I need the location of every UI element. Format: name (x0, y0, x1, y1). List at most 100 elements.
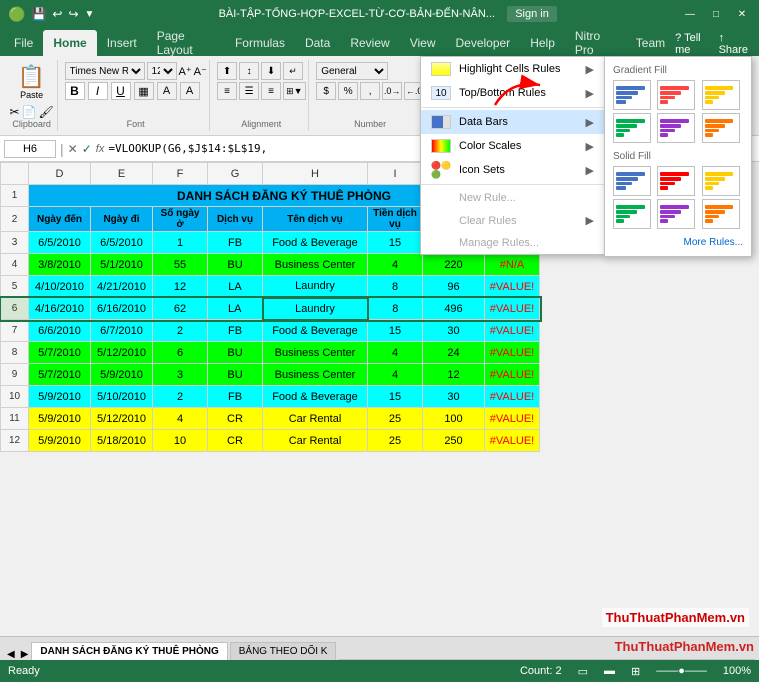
col-header-e[interactable]: E (91, 163, 153, 185)
sheet-nav-left[interactable]: ◀ (4, 649, 18, 660)
decrease-font-icon[interactable]: A⁻ (194, 65, 207, 78)
db-green-gradient[interactable] (613, 113, 651, 143)
quick-access-save[interactable]: 💾 (31, 7, 46, 21)
tab-page-layout[interactable]: Page Layout (147, 30, 225, 56)
cf-clear-rules[interactable]: Clear Rules ▶ (421, 209, 604, 232)
sheet-nav-right[interactable]: ▶ (18, 649, 32, 660)
format-painter-icon[interactable]: 🖌 (39, 105, 54, 119)
view-page-break-icon[interactable]: ⊞ (631, 665, 640, 678)
merge-center-icon[interactable]: ⊞▼ (283, 82, 305, 100)
db-red-gradient[interactable] (657, 80, 695, 110)
table-row: 5 4/10/2010 4/21/2010 12 LA Laundry 8 96… (1, 276, 540, 298)
cut-icon[interactable]: ✂ (9, 105, 19, 119)
tab-view[interactable]: View (400, 30, 446, 56)
copy-icon[interactable]: 📄 (22, 105, 37, 119)
tab-file[interactable]: File (4, 30, 43, 56)
db-orange-gradient[interactable] (702, 113, 740, 143)
tab-nitro-pro[interactable]: Nitro Pro (565, 30, 626, 56)
currency-icon[interactable]: $ (316, 82, 336, 100)
header-ngay-di[interactable]: Ngày đi (91, 207, 153, 232)
db-purple-solid[interactable] (657, 199, 695, 229)
cf-manage-rules[interactable]: Manage Rules... (421, 232, 604, 254)
header-so-ngay[interactable]: Số ngày ở (153, 207, 208, 232)
db-yellow-gradient[interactable] (702, 80, 740, 110)
db-purple-gradient[interactable] (657, 113, 695, 143)
quick-access-more[interactable]: ▼ (85, 9, 95, 20)
cancel-formula-icon[interactable]: ✕ (68, 142, 78, 156)
maximize-button[interactable]: □ (707, 5, 725, 23)
header-dich-vu[interactable]: Dịch vụ (208, 207, 263, 232)
comma-icon[interactable]: , (360, 82, 380, 100)
align-center-icon[interactable]: ☰ (239, 82, 259, 100)
quick-access-redo[interactable]: ↪ (68, 7, 78, 21)
cf-highlight-cells[interactable]: Highlight Cells Rules ▶ (421, 57, 604, 81)
col-header-f[interactable]: F (153, 163, 208, 185)
insert-function-icon[interactable]: fx (96, 143, 105, 155)
db-green-solid[interactable] (613, 199, 651, 229)
tab-home[interactable]: Home (43, 30, 96, 56)
db-orange-solid[interactable] (702, 199, 740, 229)
border-icon[interactable]: ▦ (134, 82, 154, 100)
tab-data[interactable]: Data (295, 30, 340, 56)
header-tien-dich-vu[interactable]: Tiền dịch vụ (368, 207, 423, 232)
colorscales-arrow: ▶ (586, 140, 594, 153)
cf-icon-sets[interactable]: 🔴🟡🟢 Icon Sets ▶ (421, 158, 604, 182)
minimize-button[interactable]: — (681, 5, 699, 23)
ready-status: Ready (8, 665, 40, 677)
cell-reference-box[interactable] (4, 140, 56, 158)
tab-help[interactable]: Help (520, 30, 565, 56)
db-blue-gradient[interactable] (613, 80, 651, 110)
font-group: Times New R 12 A⁺ A⁻ B I U ▦ A A Font (62, 60, 210, 131)
confirm-formula-icon[interactable]: ✓ (82, 142, 92, 156)
table-row: 11 5/9/2010 5/12/2010 4 CR Car Rental 25… (1, 408, 540, 430)
sheet-tab-1[interactable]: DANH SÁCH ĐĂNG KÝ THUÊ PHÒNG (31, 642, 227, 660)
cf-data-bars[interactable]: Data Bars ▶ (421, 110, 604, 134)
increase-font-icon[interactable]: A⁺ (179, 65, 192, 78)
paste-button[interactable]: 📋 Paste (12, 62, 52, 102)
status-bar: Ready Count: 2 ▭ ▬ ⊞ ——●—— 100% (0, 660, 759, 682)
header-ten-dich-vu[interactable]: Tên dịch vụ (263, 207, 368, 232)
more-rules-link[interactable]: More Rules... (613, 237, 743, 248)
db-blue-solid[interactable] (613, 166, 651, 196)
watermark-text: ThuThuatPhanMem.vn (602, 608, 749, 627)
col-header-g[interactable]: G (208, 163, 263, 185)
share-button[interactable]: ↑ Share (719, 32, 751, 56)
zoom-slider[interactable]: ——●—— (656, 665, 707, 677)
tab-team[interactable]: Team (626, 30, 675, 56)
col-header-h[interactable]: H (263, 163, 368, 185)
col-header-d[interactable]: D (29, 163, 91, 185)
align-top-icon[interactable]: ⬆ (217, 62, 237, 80)
tab-insert[interactable]: Insert (97, 30, 147, 56)
increase-decimal-icon[interactable]: .0→ (382, 82, 402, 100)
header-ngay-den[interactable]: Ngày đến (29, 207, 91, 232)
cf-new-rule[interactable]: New Rule... (421, 187, 604, 209)
tab-review[interactable]: Review (340, 30, 399, 56)
view-layout-icon[interactable]: ▬ (604, 665, 615, 677)
italic-button[interactable]: I (88, 82, 108, 100)
bold-button[interactable]: B (65, 82, 85, 100)
align-left-icon[interactable]: ≡ (217, 82, 237, 100)
fill-color-icon[interactable]: A (157, 82, 177, 100)
db-yellow-solid[interactable] (702, 166, 740, 196)
sheet-tab-2[interactable]: BẢNG THEO DÕI K (230, 642, 337, 660)
tab-formulas[interactable]: Formulas (225, 30, 295, 56)
view-normal-icon[interactable]: ▭ (578, 665, 588, 678)
font-size-select[interactable]: 12 (147, 62, 177, 80)
quick-access-undo[interactable]: ↩ (52, 7, 62, 21)
number-format-select[interactable]: General (316, 62, 388, 80)
tab-developer[interactable]: Developer (445, 30, 520, 56)
percent-icon[interactable]: % (338, 82, 358, 100)
underline-button[interactable]: U (111, 82, 131, 100)
font-name-select[interactable]: Times New R (65, 62, 145, 80)
align-middle-icon[interactable]: ↕ (239, 62, 259, 80)
wrap-text-icon[interactable]: ↵ (283, 62, 303, 80)
align-right-icon[interactable]: ≡ (261, 82, 281, 100)
col-header-i[interactable]: I (368, 163, 423, 185)
tell-me-input[interactable]: ? Tell me (675, 32, 712, 56)
close-button[interactable]: ✕ (733, 5, 751, 23)
cf-color-scales[interactable]: Color Scales ▶ (421, 134, 604, 158)
font-color-icon[interactable]: A (180, 82, 200, 100)
db-red-solid[interactable] (657, 166, 695, 196)
align-bottom-icon[interactable]: ⬇ (261, 62, 281, 80)
cf-top-bottom[interactable]: 10 Top/Bottom Rules ▶ (421, 81, 604, 105)
